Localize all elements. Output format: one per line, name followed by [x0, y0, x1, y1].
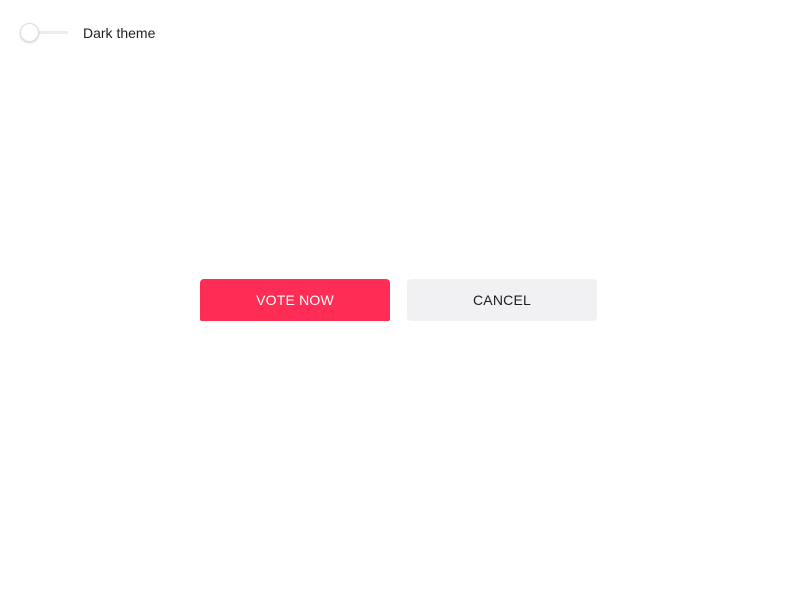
- cancel-button[interactable]: CANCEL: [407, 279, 597, 321]
- switch-knob[interactable]: [20, 23, 39, 42]
- vote-now-button[interactable]: VOTE NOW: [200, 279, 390, 321]
- action-buttons: VOTE NOW CANCEL: [200, 279, 597, 321]
- page: Dark theme VOTE NOW CANCEL: [0, 0, 800, 600]
- dark-theme-switch[interactable]: [20, 22, 70, 44]
- dark-theme-label: Dark theme: [83, 25, 156, 41]
- dark-theme-toggle-row[interactable]: Dark theme: [20, 22, 155, 44]
